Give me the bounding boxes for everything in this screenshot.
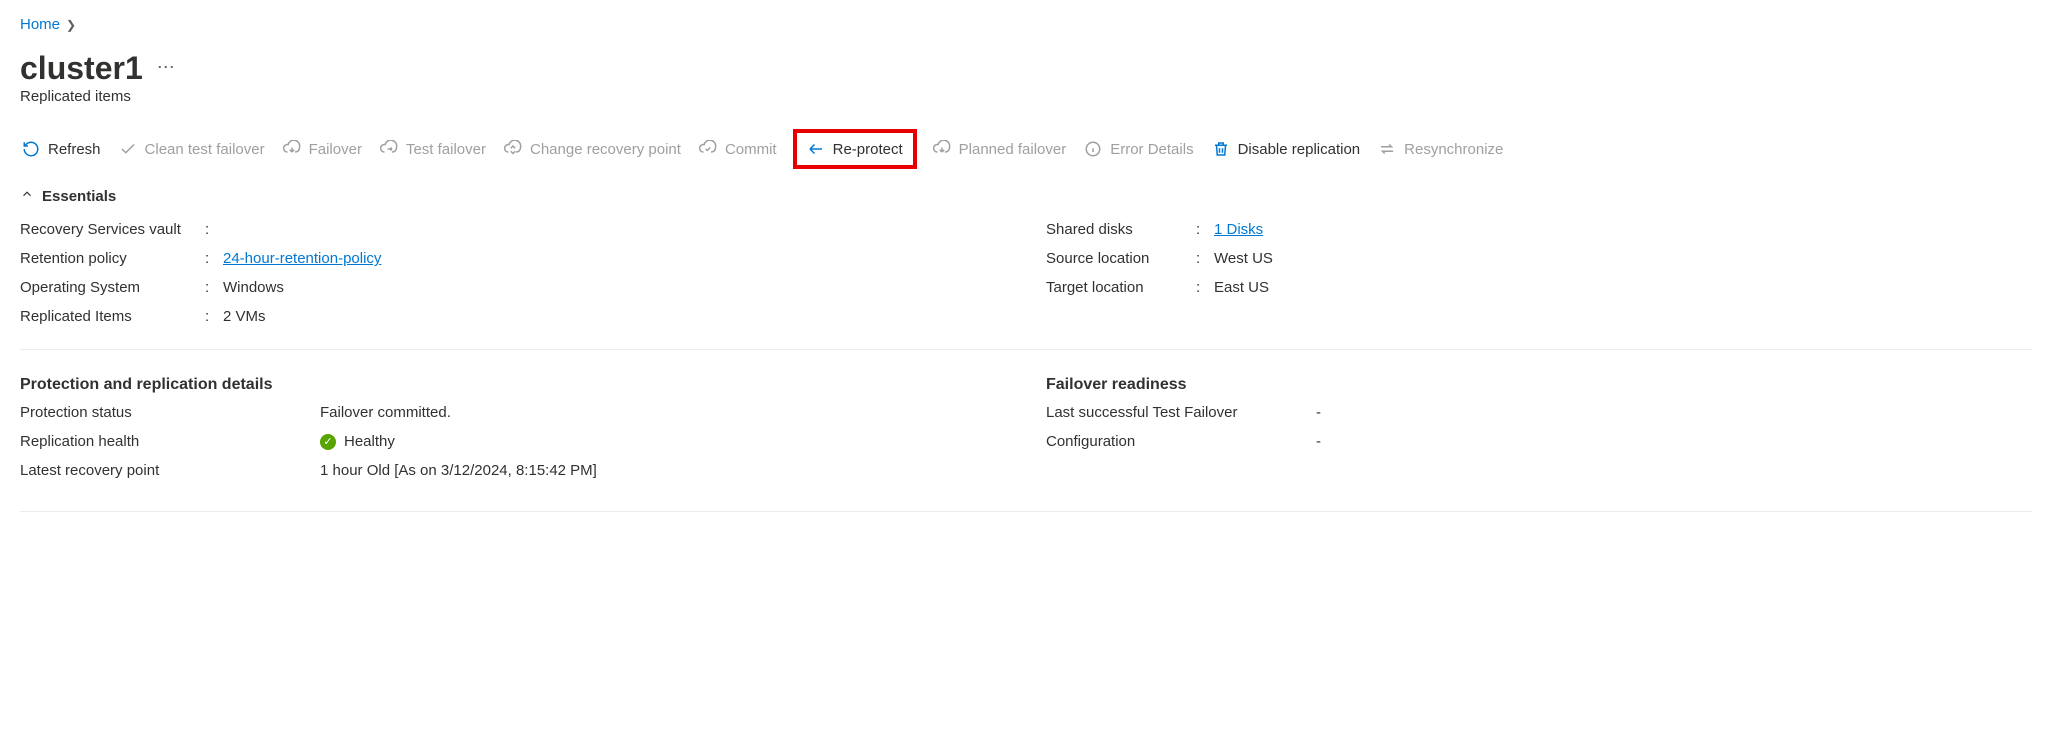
os-row: Operating System : Windows <box>20 279 1006 296</box>
change-recovery-point-button: Change recovery point <box>502 136 683 162</box>
last-test-value: - <box>1316 404 1321 421</box>
commit-label: Commit <box>725 141 777 158</box>
protection-status-label: Protection status <box>20 404 320 421</box>
commit-button: Commit <box>697 136 779 162</box>
last-test-label: Last successful Test Failover <box>1046 404 1316 421</box>
shared-disks-row: Shared disks : 1 Disks <box>1046 221 2032 238</box>
failover-label: Failover <box>309 141 362 158</box>
disable-replication-label: Disable replication <box>1238 141 1361 158</box>
cloud-failover-icon <box>283 140 301 158</box>
source-location-row: Source location : West US <box>1046 250 2032 267</box>
source-location-value: West US <box>1214 250 1273 267</box>
target-location-value: East US <box>1214 279 1269 296</box>
protection-heading: Protection and replication details <box>20 376 1006 394</box>
checkmark-icon <box>119 140 137 158</box>
cloud-change-icon <box>504 140 522 158</box>
replicated-label: Replicated Items <box>20 308 205 325</box>
config-row: Configuration - <box>1046 433 2032 450</box>
protection-status-row: Protection status Failover committed. <box>20 404 1006 421</box>
retention-label: Retention policy <box>20 250 205 267</box>
refresh-icon <box>22 140 40 158</box>
essentials-panel: Recovery Services vault : Retention poli… <box>20 221 2032 350</box>
chevron-up-icon <box>20 187 34 205</box>
target-location-row: Target location : East US <box>1046 279 2032 296</box>
cloud-commit-icon <box>699 140 717 158</box>
clean-label: Clean test failover <box>145 141 265 158</box>
test-failover-label: Test failover <box>406 141 486 158</box>
essentials-left-column: Recovery Services vault : Retention poli… <box>20 221 1006 337</box>
recovery-point-value: 1 hour Old [As on 3/12/2024, 8:15:42 PM] <box>320 462 597 479</box>
command-toolbar: Refresh Clean test failover Failover Tes… <box>20 129 2032 169</box>
chevron-right-icon: ❯ <box>66 18 76 32</box>
config-value: - <box>1316 433 1321 450</box>
protection-status-value: Failover committed. <box>320 404 451 421</box>
error-details-button: Error Details <box>1082 136 1195 162</box>
rsv-row: Recovery Services vault : <box>20 221 1006 238</box>
breadcrumb-home[interactable]: Home <box>20 16 60 33</box>
replication-health-label: Replication health <box>20 433 320 450</box>
reprotect-button[interactable]: Re-protect <box>805 136 905 162</box>
source-location-label: Source location <box>1046 250 1196 267</box>
breadcrumb: Home ❯ <box>20 16 2032 33</box>
page-subtitle: Replicated items <box>20 88 2032 105</box>
details-section: Protection and replication details Prote… <box>20 376 2032 512</box>
health-ok-icon: ✓ <box>320 434 336 450</box>
shared-disks-label: Shared disks <box>1046 221 1196 238</box>
readiness-column: Failover readiness Last successful Test … <box>1046 376 2032 491</box>
replication-health-row: Replication health ✓ Healthy <box>20 433 1006 450</box>
page-title: cluster1 <box>20 51 143 86</box>
essentials-label: Essentials <box>42 188 116 205</box>
replicated-value: 2 VMs <box>223 308 266 325</box>
resynchronize-button: Resynchronize <box>1376 136 1505 162</box>
title-row: cluster1 ⋯ <box>20 51 2032 86</box>
info-icon <box>1084 140 1102 158</box>
planned-failover-label: Planned failover <box>959 141 1067 158</box>
change-rp-label: Change recovery point <box>530 141 681 158</box>
resynchronize-label: Resynchronize <box>1404 141 1503 158</box>
retention-row: Retention policy : 24-hour-retention-pol… <box>20 250 1006 267</box>
refresh-label: Refresh <box>48 141 101 158</box>
shared-disks-link[interactable]: 1 Disks <box>1214 221 1263 238</box>
reprotect-highlight: Re-protect <box>793 129 917 169</box>
protection-column: Protection and replication details Prote… <box>20 376 1006 491</box>
os-value: Windows <box>223 279 284 296</box>
readiness-heading: Failover readiness <box>1046 376 2032 394</box>
error-details-label: Error Details <box>1110 141 1193 158</box>
reprotect-label: Re-protect <box>833 141 903 158</box>
more-menu-button[interactable]: ⋯ <box>157 57 177 78</box>
swap-icon <box>1378 140 1396 158</box>
config-label: Configuration <box>1046 433 1316 450</box>
recovery-point-label: Latest recovery point <box>20 462 320 479</box>
essentials-right-column: Shared disks : 1 Disks Source location :… <box>1046 221 2032 337</box>
replicated-row: Replicated Items : 2 VMs <box>20 308 1006 325</box>
os-label: Operating System <box>20 279 205 296</box>
target-location-label: Target location <box>1046 279 1196 296</box>
disable-replication-button[interactable]: Disable replication <box>1210 136 1363 162</box>
cloud-test-icon <box>380 140 398 158</box>
planned-failover-button: Planned failover <box>931 136 1069 162</box>
essentials-toggle[interactable]: Essentials <box>20 187 2032 205</box>
last-test-row: Last successful Test Failover - <box>1046 404 2032 421</box>
arrow-left-icon <box>807 140 825 158</box>
test-failover-button: Test failover <box>378 136 488 162</box>
clean-test-failover-button: Clean test failover <box>117 136 267 162</box>
failover-button: Failover <box>281 136 364 162</box>
replication-health-value: Healthy <box>344 433 395 450</box>
cloud-planned-icon <box>933 140 951 158</box>
refresh-button[interactable]: Refresh <box>20 136 103 162</box>
rsv-label: Recovery Services vault <box>20 221 205 238</box>
trash-icon <box>1212 140 1230 158</box>
recovery-point-row: Latest recovery point 1 hour Old [As on … <box>20 462 1006 479</box>
retention-link[interactable]: 24-hour-retention-policy <box>223 250 381 267</box>
